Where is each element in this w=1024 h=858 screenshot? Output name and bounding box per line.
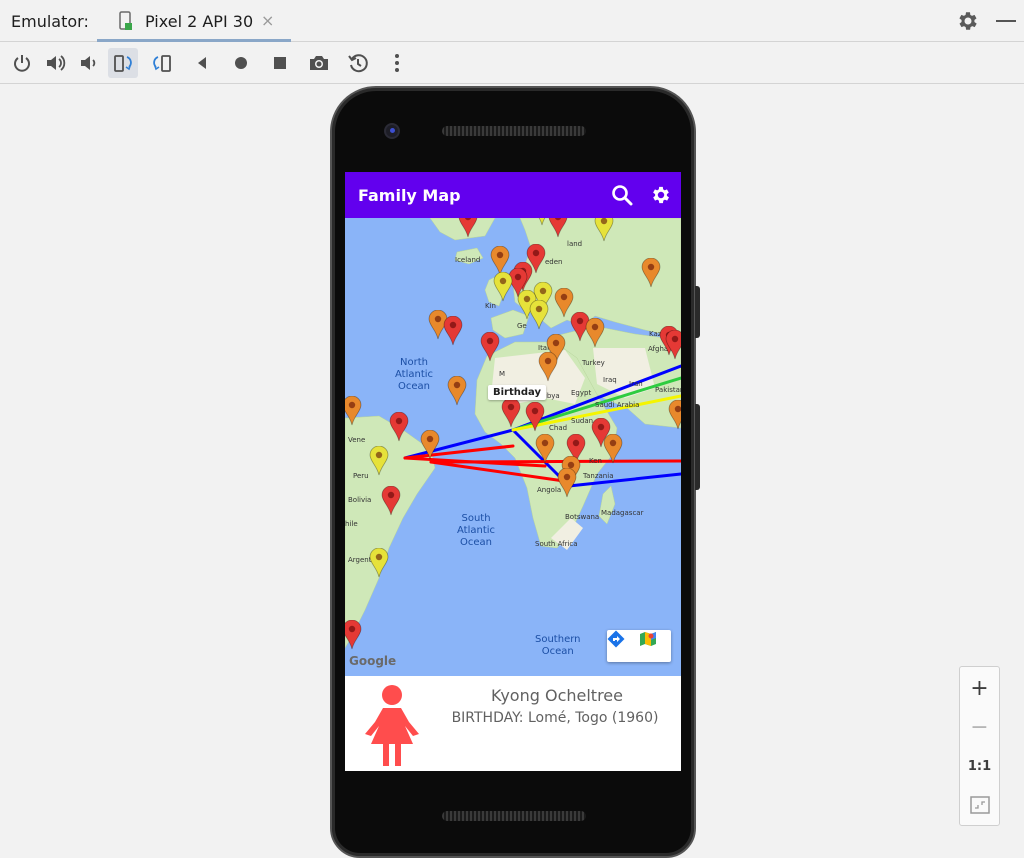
snapshot-icon[interactable] [343, 48, 373, 78]
rotate-right-icon[interactable] [147, 48, 177, 78]
map-marker[interactable] [548, 218, 568, 238]
overview-icon[interactable] [265, 48, 295, 78]
back-icon[interactable] [187, 48, 217, 78]
place-label: land [567, 240, 583, 248]
place-label: Pakistan [655, 386, 681, 394]
place-label: Sudan [571, 417, 594, 425]
place-label: Bolivia [348, 496, 372, 504]
place-label: eden [545, 258, 563, 266]
app-bar: Family Map [345, 172, 681, 218]
map-marker[interactable] [420, 430, 440, 460]
marker-info-window: Birthday [488, 385, 546, 400]
device-icon [119, 11, 132, 30]
ocean-label-southern: Southern Ocean [535, 634, 581, 657]
event-details: BIRTHDAY: Lomé, Togo (1960) [451, 710, 659, 726]
person-name: Kyong Ocheltree [491, 686, 623, 705]
place-label: Tanzania [583, 472, 614, 480]
fit-screen-icon[interactable] [960, 787, 999, 823]
map-marker[interactable] [525, 402, 545, 432]
map-marker[interactable] [594, 218, 614, 242]
zoom-panel: + − 1:1 [959, 666, 1000, 826]
map-marker[interactable] [389, 412, 409, 442]
map-marker[interactable] [529, 300, 549, 330]
person-info-panel[interactable]: Kyong Ocheltree BIRTHDAY: Lomé, Togo (19… [345, 676, 681, 771]
place-label: M [499, 370, 506, 378]
place-label: Ge [517, 322, 527, 330]
ocean-label-north-atlantic: North Atlantic Ocean [395, 357, 434, 392]
volume-up-icon[interactable] [41, 48, 71, 78]
map-marker[interactable] [665, 330, 681, 360]
place-label: Ken [589, 457, 602, 465]
search-icon[interactable] [611, 184, 633, 206]
screenshot-icon[interactable] [304, 48, 334, 78]
emulator-label: Emulator: [11, 12, 89, 31]
app-title: Family Map [358, 186, 461, 205]
place-label: Saudi Arabia [595, 401, 640, 409]
zoom-in-button[interactable]: + [960, 670, 999, 706]
map-marker[interactable] [443, 316, 463, 346]
minimize-icon[interactable] [996, 20, 1016, 22]
map-marker[interactable] [501, 398, 521, 428]
gear-icon[interactable] [956, 9, 980, 33]
place-label: Turkey [582, 359, 605, 367]
map-marker[interactable] [369, 446, 389, 476]
settings-icon[interactable] [650, 184, 672, 206]
rotate-left-icon[interactable] [108, 48, 138, 78]
ocean-label-south-atlantic: South Atlantic Ocean [457, 513, 496, 548]
map-marker[interactable] [493, 272, 513, 302]
map-marker[interactable] [585, 318, 605, 348]
map-marker[interactable] [345, 396, 362, 426]
emulator-toolbar [0, 43, 1024, 84]
female-icon [365, 685, 419, 766]
map-marker[interactable] [535, 434, 555, 464]
map-marker[interactable] [480, 332, 500, 362]
map-marker[interactable] [603, 434, 623, 464]
place-label: Iraq [603, 376, 617, 384]
phone-volume-rocker[interactable] [695, 404, 700, 490]
place-label: Vene [348, 436, 366, 444]
app-screen: Family Map Iceland eden land Kin Ge Ital… [345, 172, 681, 771]
place-label: Iran [629, 380, 643, 388]
phone-power-button[interactable] [695, 286, 700, 338]
place-label: Iceland [455, 256, 481, 264]
place-label: hile [345, 520, 358, 528]
place-label: Egypt [571, 389, 592, 397]
map-marker[interactable] [458, 218, 478, 238]
map-marker[interactable] [447, 376, 467, 406]
close-tab-icon[interactable]: × [261, 11, 274, 30]
emulator-tab-bar: Emulator: Pixel 2 API 30 × [0, 0, 1024, 42]
place-label: Peru [353, 472, 369, 480]
map-marker[interactable] [668, 400, 681, 430]
map-marker[interactable] [345, 620, 362, 650]
power-icon[interactable] [7, 48, 37, 78]
place-label: Chad [549, 424, 568, 432]
map-marker[interactable] [557, 468, 577, 498]
place-label: South Africa [535, 540, 578, 548]
map-marker[interactable] [369, 548, 389, 578]
front-camera-icon [384, 123, 400, 139]
bottom-speaker [442, 811, 586, 821]
open-in-maps-icon[interactable] [639, 630, 671, 662]
top-speaker [442, 126, 586, 136]
map-view[interactable]: Iceland eden land Kin Ge Italy Kazakhst … [345, 218, 681, 676]
zoom-out-button[interactable]: − [960, 709, 999, 745]
place-label: Madagascar [601, 509, 644, 517]
device-tab-label: Pixel 2 API 30 [145, 12, 254, 31]
device-tab[interactable]: Pixel 2 API 30 × [97, 0, 291, 42]
directions-icon[interactable] [607, 630, 639, 662]
place-label: Botswana [565, 513, 600, 521]
google-logo: Google [349, 654, 397, 668]
map-marker[interactable] [381, 486, 401, 516]
zoom-1to1-button[interactable]: 1:1 [960, 748, 999, 784]
place-label: Kin [485, 302, 496, 310]
map-marker[interactable] [538, 352, 558, 382]
map-toolbar [607, 630, 671, 662]
volume-down-icon[interactable] [74, 48, 104, 78]
home-icon[interactable] [226, 48, 256, 78]
more-icon[interactable] [382, 48, 412, 78]
map-marker[interactable] [641, 258, 661, 288]
